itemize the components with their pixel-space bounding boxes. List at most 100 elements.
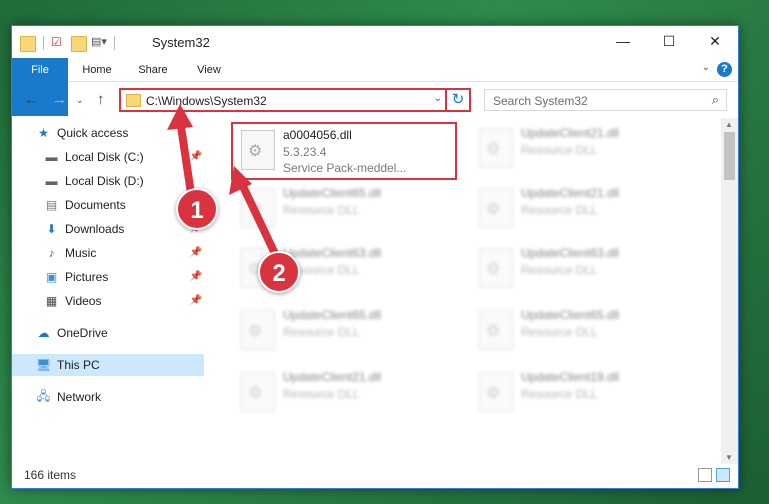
nav-label: Local Disk (D:) bbox=[65, 174, 144, 188]
step-1-badge: 1 bbox=[176, 188, 218, 230]
nav-label: Music bbox=[65, 246, 97, 260]
file-description: Resource DLL bbox=[521, 387, 598, 401]
forward-icon[interactable]: → bbox=[52, 91, 67, 108]
view-switcher bbox=[698, 468, 730, 482]
up-icon[interactable]: ↑ bbox=[97, 91, 105, 108]
pin-icon[interactable]: 📌 bbox=[190, 271, 202, 282]
scroll-up-icon[interactable]: ▲ bbox=[725, 120, 733, 129]
dll-file-icon bbox=[479, 188, 513, 228]
search-input[interactable]: Search System32 ⌕ bbox=[484, 89, 727, 111]
nav-label: Local Disk (C:) bbox=[65, 150, 144, 164]
recent-locations-icon[interactable]: ⌄ bbox=[76, 95, 84, 106]
file-description: Resource DLL bbox=[521, 203, 598, 217]
dll-file-icon bbox=[241, 372, 275, 412]
folder-icon bbox=[20, 36, 36, 52]
annotation-arrows bbox=[167, 104, 282, 260]
download-icon: ⬇ bbox=[46, 222, 57, 236]
tab-share[interactable]: Share bbox=[130, 58, 176, 82]
arrow-1-head bbox=[167, 104, 193, 130]
close-button[interactable]: ✕ bbox=[692, 26, 738, 56]
file-description: Resource DLL bbox=[521, 143, 598, 157]
nav-pictures[interactable]: ▣ Pictures 📌 bbox=[12, 266, 204, 288]
file-name: UpdateClient63.dll bbox=[521, 246, 620, 260]
nav-label: OneDrive bbox=[57, 326, 108, 340]
pin-icon[interactable]: 📌 bbox=[190, 295, 202, 306]
window-title: System32 bbox=[152, 35, 210, 50]
nav-this-pc[interactable]: 🖥 This PC bbox=[12, 354, 204, 376]
dll-file-icon bbox=[241, 310, 275, 350]
file-name: UpdateClient65.dll bbox=[283, 308, 382, 322]
file-name: UpdateClient21.dll bbox=[283, 370, 382, 384]
documents-icon: ▤ bbox=[45, 198, 58, 212]
nav-label: This PC bbox=[57, 358, 100, 372]
scroll-down-icon[interactable]: ▼ bbox=[725, 453, 733, 462]
file-name: UpdateClient65.dll bbox=[521, 308, 620, 322]
search-icon[interactable]: ⌕ bbox=[712, 92, 719, 108]
maximize-button[interactable]: ☐ bbox=[646, 26, 692, 56]
file-description: Resource DLL bbox=[521, 263, 598, 277]
star-icon: ★ bbox=[38, 126, 49, 140]
nav-label: Pictures bbox=[65, 270, 109, 284]
file-name: UpdateClient21.dll bbox=[521, 126, 620, 140]
scrollbar-thumb[interactable] bbox=[724, 132, 735, 180]
expand-ribbon-icon[interactable]: ⌄ bbox=[702, 62, 710, 73]
file-item[interactable]: UpdateClient21.dll Resource DLL bbox=[233, 366, 463, 424]
vertical-scrollbar[interactable]: ▲ ▼ bbox=[721, 118, 738, 464]
music-icon: ♪ bbox=[48, 246, 55, 260]
navigation-bar: ← → ⌄ ↑ C:\Windows\System32 ⌄ ↻ Search S… bbox=[12, 83, 738, 117]
dll-file-icon bbox=[479, 310, 513, 350]
videos-icon: ▦ bbox=[45, 294, 58, 308]
divider bbox=[43, 36, 44, 50]
file-item[interactable]: UpdateClient65.dll Resource DLL bbox=[471, 304, 701, 362]
explorer-window: ☑ ▤▾ System32 — ☐ ✕ File Home Share View… bbox=[11, 25, 739, 489]
search-placeholder: Search System32 bbox=[493, 94, 588, 108]
title-bar: ☑ ▤▾ System32 — ☐ ✕ bbox=[12, 26, 738, 58]
file-item[interactable]: UpdateClient65.dll Resource DLL bbox=[233, 304, 463, 362]
tab-view[interactable]: View bbox=[186, 58, 232, 82]
file-item[interactable]: UpdateClient21.dll Resource DLL bbox=[471, 182, 701, 240]
properties-icon[interactable]: ☑ bbox=[51, 35, 67, 51]
file-description: Resource DLL bbox=[283, 387, 360, 401]
tiles-view-icon[interactable] bbox=[716, 468, 730, 482]
nav-label: Network bbox=[57, 390, 102, 404]
file-item[interactable]: UpdateClient19.dll Resource DLL bbox=[471, 366, 701, 424]
refresh-icon[interactable]: ↻ bbox=[445, 88, 469, 112]
nav-label: Videos bbox=[65, 294, 102, 308]
quick-access-toolbar: ☑ ▤▾ bbox=[20, 34, 118, 52]
file-description: Resource DLL bbox=[521, 325, 598, 339]
step-2-badge: 2 bbox=[258, 251, 300, 293]
nav-network[interactable]: 🖧 Network bbox=[12, 386, 204, 408]
dll-file-icon bbox=[479, 372, 513, 412]
back-icon[interactable]: ← bbox=[24, 91, 39, 108]
help-icon[interactable]: ? bbox=[717, 62, 732, 77]
computer-icon: 🖥 bbox=[35, 358, 52, 372]
drive-icon: ▬ bbox=[45, 150, 58, 164]
file-item[interactable]: UpdateClient63.dll Resource DLL bbox=[471, 242, 701, 300]
nav-label: Documents bbox=[65, 198, 126, 212]
status-bar: 166 items bbox=[12, 462, 738, 488]
network-icon: 🖧 bbox=[36, 388, 51, 403]
file-item[interactable]: UpdateClient21.dll Resource DLL bbox=[471, 122, 701, 180]
folder-icon bbox=[126, 94, 141, 107]
ribbon-tabs: File Home Share View ⌄ ? bbox=[12, 58, 738, 116]
new-folder-icon[interactable] bbox=[71, 36, 87, 52]
nav-onedrive[interactable]: ☁ OneDrive bbox=[12, 322, 204, 344]
nav-videos[interactable]: ▦ Videos 📌 bbox=[12, 290, 204, 312]
nav-label: Quick access bbox=[57, 126, 129, 140]
window-controls: — ☐ ✕ bbox=[600, 26, 738, 56]
tab-home[interactable]: Home bbox=[74, 58, 120, 82]
divider bbox=[114, 36, 115, 50]
customize-toolbar-icon[interactable]: ▤▾ bbox=[91, 35, 107, 51]
file-name: UpdateClient19.dll bbox=[521, 370, 620, 384]
drive-icon: ▬ bbox=[45, 174, 58, 188]
nav-label: Downloads bbox=[65, 222, 125, 236]
item-count: 166 items bbox=[24, 468, 77, 482]
file-name: UpdateClient21.dll bbox=[521, 186, 620, 200]
pictures-icon: ▣ bbox=[45, 270, 58, 284]
details-view-icon[interactable] bbox=[698, 468, 712, 482]
minimize-button[interactable]: — bbox=[600, 26, 646, 56]
cloud-icon: ☁ bbox=[37, 326, 50, 340]
file-description: Resource DLL bbox=[283, 325, 360, 339]
chevron-down-icon[interactable]: ⌄ bbox=[434, 93, 442, 104]
dll-file-icon bbox=[479, 248, 513, 288]
